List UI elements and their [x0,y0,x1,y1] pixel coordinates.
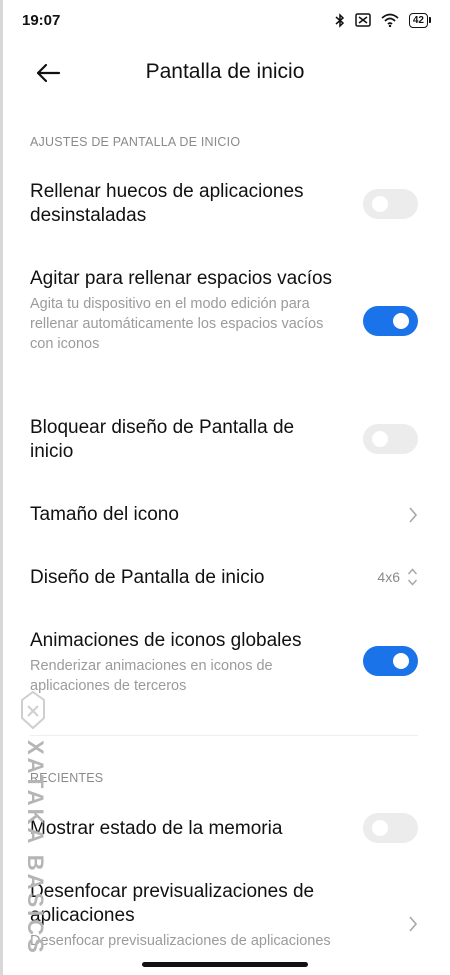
layout-value: 4x6 [377,569,400,585]
battery-icon: 42 [408,12,432,28]
toggle-knob [372,196,388,212]
wifi-icon [381,13,399,27]
status-bar: 19:07 42 [0,0,450,40]
bluetooth-icon [335,12,344,28]
section-header-home: AJUSTES DE PANTALLA DE INICIO [30,135,241,149]
global-animations-toggle[interactable] [363,646,418,676]
row-title: Rellenar huecos de aplicaciones desinsta… [30,181,304,226]
memory-status-toggle[interactable] [363,813,418,843]
home-indicator[interactable] [142,962,308,967]
row-title: Mostrar estado de la memoria [30,818,283,839]
row-description: Agita tu dispositivo en el modo edición … [30,296,324,352]
watermark-logo-icon [21,690,45,730]
watermark-text: XATAKA BASICS [23,740,48,956]
row-blur-previews[interactable]: Desenfocar previsualizaciones de aplicac… [0,880,450,951]
status-icons: 42 [335,12,432,28]
lock-layout-toggle[interactable] [363,424,418,454]
row-title: Animaciones de iconos globales [30,630,302,651]
toggle-knob [393,313,409,329]
row-icon-size[interactable]: Tamaño del icono [0,503,450,527]
status-time: 19:07 [22,11,61,29]
row-title: Diseño de Pantalla de inicio [30,567,265,588]
page-title: Pantalla de inicio [145,60,305,83]
chevron-updown-icon [407,568,418,586]
row-title: Desenfocar previsualizaciones de aplicac… [30,881,315,926]
row-title: Agitar para rellenar espacios vacíos [30,268,333,289]
toggle-knob [372,820,388,836]
toggle-knob [372,431,388,447]
row-title: Bloquear diseño de Pantalla de inicio [30,417,295,462]
shake-fill-toggle[interactable] [363,306,418,336]
toggle-knob [393,653,409,669]
sim-off-icon [355,13,371,27]
fill-gaps-toggle[interactable] [363,189,418,219]
chevron-right-icon [409,507,418,523]
row-description: Renderizar animaciones en iconos de apli… [30,658,273,694]
header: Pantalla de inicio [0,50,450,96]
row-description: Desenfocar previsualizaciones de aplicac… [30,933,331,949]
section-divider [30,735,418,736]
chevron-right-icon [409,916,418,932]
row-title: Tamaño del icono [30,504,179,525]
